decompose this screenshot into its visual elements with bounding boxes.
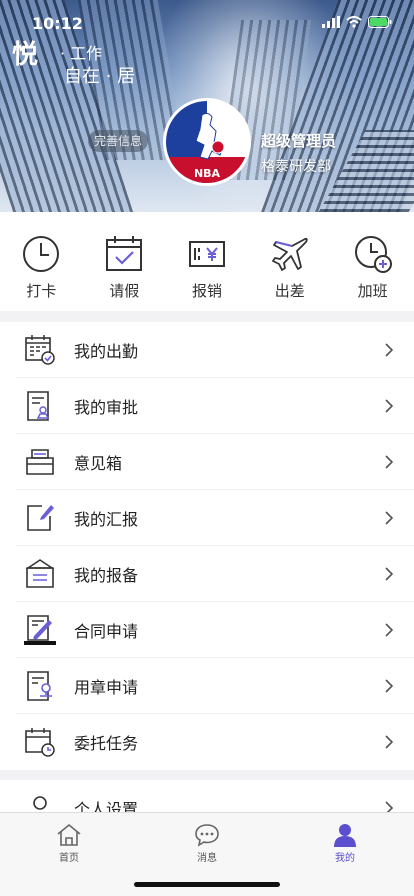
chevron-right-icon: [385, 567, 394, 581]
status-bar: 10:12: [0, 0, 414, 44]
menu-item-label: 我的报备: [74, 566, 139, 585]
quick-action-label: 打卡: [26, 282, 57, 300]
contract-sign-icon: [24, 615, 56, 645]
chevron-right-icon: [385, 455, 394, 469]
quick-action-label: 报销: [191, 282, 222, 300]
home-icon: [57, 823, 81, 846]
quick-action-clock-in[interactable]: 打卡: [0, 212, 83, 311]
quick-action-leave[interactable]: 请假: [83, 212, 166, 311]
chevron-right-icon: [385, 511, 394, 525]
tab-label: 消息: [197, 853, 217, 864]
menu-item-label: 我的出勤: [74, 342, 139, 361]
menu-item-label: 意见箱: [74, 454, 123, 473]
chevron-right-icon: [385, 735, 394, 749]
menu-item-my-reports[interactable]: 我的汇报: [0, 490, 414, 546]
avatar-text: NBA: [194, 167, 221, 180]
user-department: 格泰研发部: [261, 159, 331, 175]
quick-actions: 打卡 请假 报销 出差 加班: [0, 212, 414, 311]
menu-item-my-attendance[interactable]: 我的出勤: [0, 322, 414, 378]
menu-item-label: 委托任务: [74, 734, 139, 753]
profile-icon: [334, 824, 356, 847]
menu-item-seal-request[interactable]: 用章申请: [0, 658, 414, 714]
profile-header: 10:12 悦 · 工作 自在 · 居 完善信息 NBA 超级管理员 格泰研发部: [0, 0, 414, 212]
delegate-task-icon: [25, 728, 55, 757]
chevron-right-icon: [385, 623, 394, 637]
brand-slogan-line1: · 工作: [60, 44, 103, 63]
tab-me[interactable]: 我的: [276, 813, 414, 896]
user-name: 超级管理员: [261, 132, 337, 150]
quick-action-overtime[interactable]: 加班: [331, 212, 414, 311]
attendance-calendar-icon: [25, 335, 55, 365]
menu-item-delegate-task[interactable]: 委托任务: [0, 714, 414, 770]
menu-item-my-approvals[interactable]: 我的审批: [0, 378, 414, 434]
report-edit-icon: [27, 505, 54, 531]
menu-item-label: 用章申请: [74, 678, 139, 697]
message-icon: [195, 824, 219, 847]
chevron-right-icon: [385, 679, 394, 693]
signal-icon: [322, 16, 340, 28]
calendar-check-icon: [106, 236, 143, 271]
tab-label: 首页: [59, 853, 79, 864]
quick-action-reimburse[interactable]: 报销: [166, 212, 249, 311]
clock-plus-icon: [354, 236, 392, 273]
approval-document-icon: [27, 391, 50, 421]
receipt-yen-icon: [188, 241, 225, 267]
tab-label: 我的: [335, 853, 355, 864]
chevron-right-icon: [385, 343, 394, 357]
status-time: 10:12: [32, 14, 83, 33]
menu-item-suggestion-box[interactable]: 意见箱: [0, 434, 414, 490]
menu-item-label: 我的审批: [74, 398, 139, 417]
quick-action-label: 加班: [357, 282, 388, 300]
clock-icon: [23, 236, 60, 272]
brand-logo-mark: 悦: [12, 40, 39, 70]
quick-action-business-trip[interactable]: 出差: [248, 212, 331, 311]
menu-item-label: 合同申请: [74, 622, 139, 641]
chevron-right-icon: [385, 399, 394, 413]
nba-logo-icon: NBA: [166, 101, 248, 183]
tab-home[interactable]: 首页: [0, 813, 138, 896]
seal-request-icon: [27, 671, 52, 701]
wifi-icon: [346, 16, 362, 28]
avatar[interactable]: NBA: [163, 98, 251, 186]
airplane-icon: [271, 237, 308, 271]
status-icons: [322, 16, 392, 28]
battery-icon: [368, 16, 392, 28]
profile-menu: 我的出勤 我的审批 意见箱 我的汇报 我的报备 合同申请 用章申请 委托任务: [0, 322, 414, 770]
menu-item-my-filings[interactable]: 我的报备: [0, 546, 414, 602]
menu-item-label: 我的汇报: [74, 510, 139, 529]
home-indicator: [134, 882, 280, 887]
edit-profile-button[interactable]: 完善信息: [88, 130, 149, 152]
quick-action-label: 出差: [274, 282, 305, 300]
filing-tray-icon: [25, 559, 55, 588]
menu-item-contract-request[interactable]: 合同申请: [0, 602, 414, 658]
suggestion-box-icon: [26, 449, 54, 475]
quick-action-label: 请假: [109, 282, 140, 300]
profile-screen: 10:12 悦 · 工作 自在 · 居 完善信息 NBA 超级管理员 格泰研发部…: [0, 0, 414, 896]
brand-slogan-line2: 自在 · 居: [64, 66, 136, 87]
